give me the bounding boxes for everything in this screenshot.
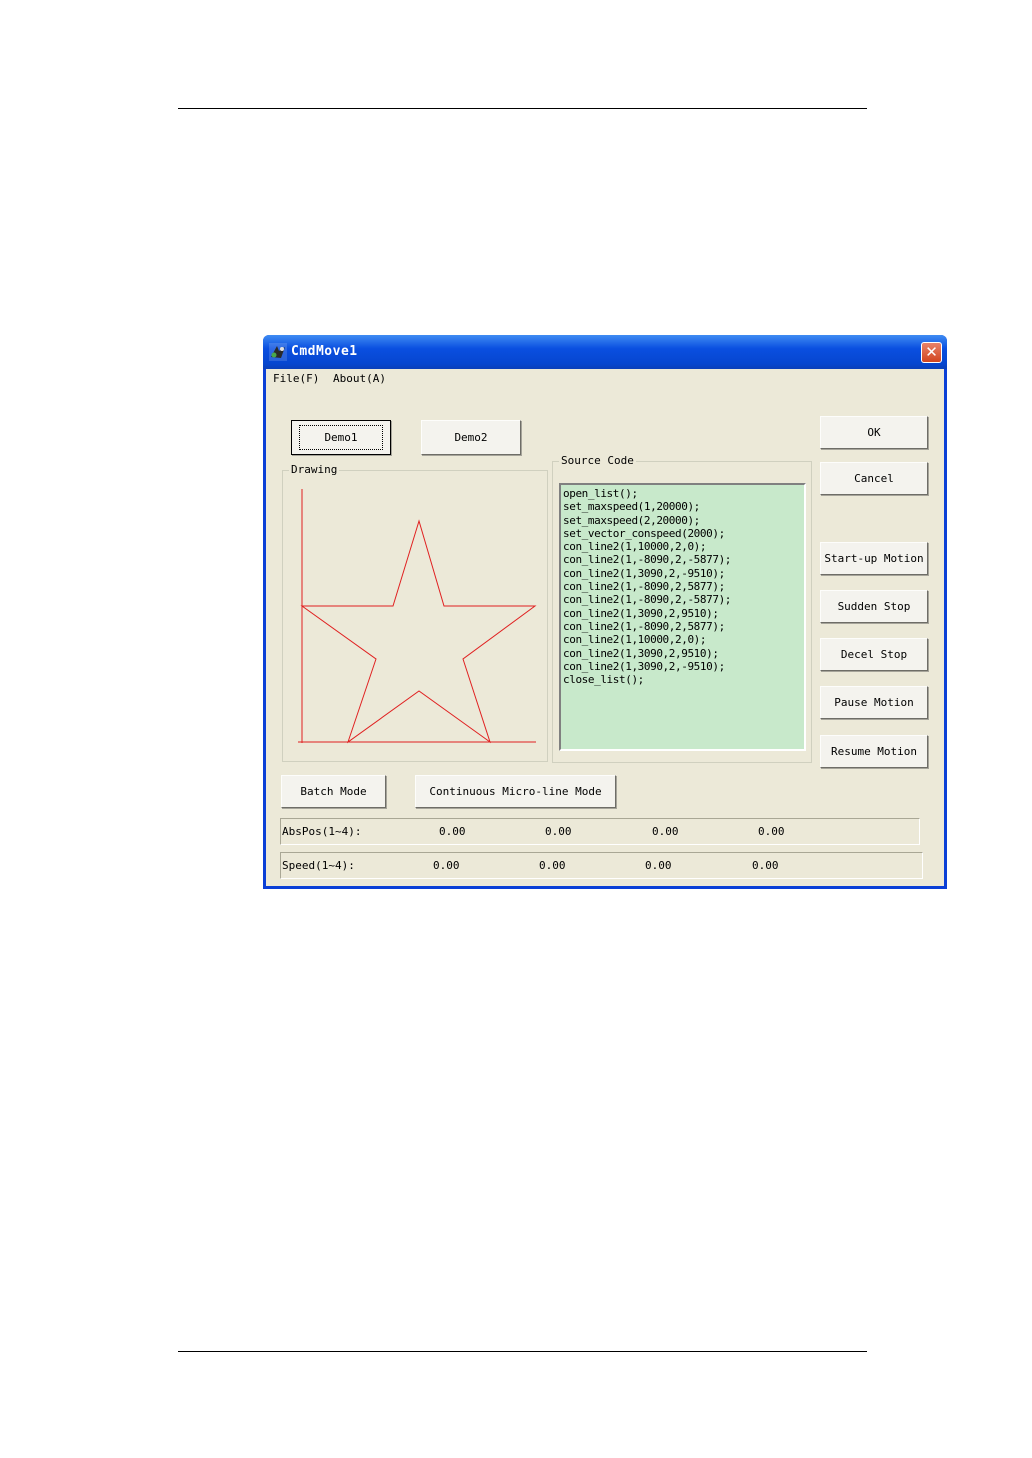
demo2-label: Demo2 [454, 431, 488, 444]
abspos-value: 0.00 [758, 825, 785, 838]
decel-stop-label: Decel Stop [840, 648, 908, 661]
close-button[interactable]: ✕ [921, 342, 942, 363]
speed-value: 0.00 [433, 859, 460, 872]
code-line: con_line2(1,-8090,2,5877); [563, 580, 725, 594]
app-icon [269, 343, 287, 361]
drawing-group: Drawing [282, 463, 548, 762]
code-line: con_line2(1,3090,2,-9510); [563, 566, 725, 580]
code-line: con_line2(1,10000,2,0); [563, 633, 707, 647]
speed-row: Speed(1~4): 0.00 0.00 0.00 0.00 [280, 852, 923, 879]
abspos-value: 0.00 [652, 825, 679, 838]
cancel-button[interactable]: Cancel [820, 462, 928, 495]
startup-motion-label: Start-up Motion [824, 552, 924, 565]
startup-motion-button[interactable]: Start-up Motion [820, 542, 928, 575]
source-code-label: Source Code [559, 454, 636, 467]
code-line: close_list(); [563, 673, 644, 687]
sudden-stop-label: Sudden Stop [837, 600, 911, 613]
sudden-stop-button[interactable]: Sudden Stop [820, 590, 928, 623]
cancel-label: Cancel [854, 472, 894, 485]
abspos-label: AbsPos(1~4): [282, 825, 362, 838]
footer-rule [178, 1351, 867, 1352]
speed-value: 0.00 [539, 859, 566, 872]
header-rule [178, 108, 867, 109]
star-shape [300, 519, 537, 744]
client-area: File(F) About(A) Demo1 Demo2 Drawing Sou… [266, 369, 944, 886]
code-line: con_line2(1,-8090,2,5877); [563, 619, 725, 633]
code-line: con_line2(1,3090,2,9510); [563, 606, 719, 620]
app-window: CmdMove1 ✕ File(F) About(A) Demo1 Demo2 … [263, 335, 947, 889]
demo2-button[interactable]: Demo2 [421, 420, 521, 455]
speed-label: Speed(1~4): [282, 859, 355, 872]
title-bar[interactable]: CmdMove1 ✕ [263, 335, 947, 369]
continuous-mode-label: Continuous Micro-line Mode [429, 785, 602, 798]
code-line: con_line2(1,10000,2,0); [563, 540, 707, 554]
drawing-canvas [298, 489, 537, 744]
speed-value: 0.00 [645, 859, 672, 872]
abspos-row: AbsPos(1~4): 0.00 0.00 0.00 0.00 [280, 818, 920, 845]
batch-mode-button[interactable]: Batch Mode [281, 775, 386, 808]
batch-mode-label: Batch Mode [300, 785, 367, 798]
abspos-value: 0.00 [545, 825, 572, 838]
code-line: set_vector_conspeed(2000); [563, 526, 725, 540]
code-line: open_list(); [563, 487, 638, 500]
code-line: set_maxspeed(1,20000); [563, 500, 700, 514]
code-line: con_line2(1,3090,2,-9510); [563, 659, 725, 673]
continuous-mode-button[interactable]: Continuous Micro-line Mode [415, 775, 616, 808]
ok-button[interactable]: OK [820, 416, 928, 449]
speed-value: 0.00 [752, 859, 779, 872]
menu-about[interactable]: About(A) [333, 372, 386, 385]
decel-stop-button[interactable]: Decel Stop [820, 638, 928, 671]
source-code-editor[interactable]: open_list(); set_maxspeed(1,20000); set_… [559, 483, 806, 751]
code-line: set_maxspeed(2,20000); [563, 513, 700, 527]
demo1-button[interactable]: Demo1 [291, 420, 391, 455]
resume-motion-button[interactable]: Resume Motion [820, 735, 928, 768]
window-title: CmdMove1 [291, 344, 358, 359]
menu-file[interactable]: File(F) [273, 372, 319, 385]
pause-motion-button[interactable]: Pause Motion [820, 686, 928, 719]
code-line: con_line2(1,-8090,2,-5877); [563, 593, 732, 607]
abspos-value: 0.00 [439, 825, 466, 838]
code-line: con_line2(1,3090,2,9510); [563, 646, 719, 660]
pause-motion-label: Pause Motion [834, 696, 914, 709]
ok-label: OK [867, 426, 881, 439]
resume-motion-label: Resume Motion [830, 745, 918, 758]
demo1-label: Demo1 [299, 425, 383, 450]
source-code-group: Source Code open_list(); set_maxspeed(1,… [552, 454, 812, 763]
menu-bar: File(F) About(A) [266, 369, 944, 389]
code-line: con_line2(1,-8090,2,-5877); [563, 553, 732, 567]
close-icon: ✕ [925, 343, 938, 361]
